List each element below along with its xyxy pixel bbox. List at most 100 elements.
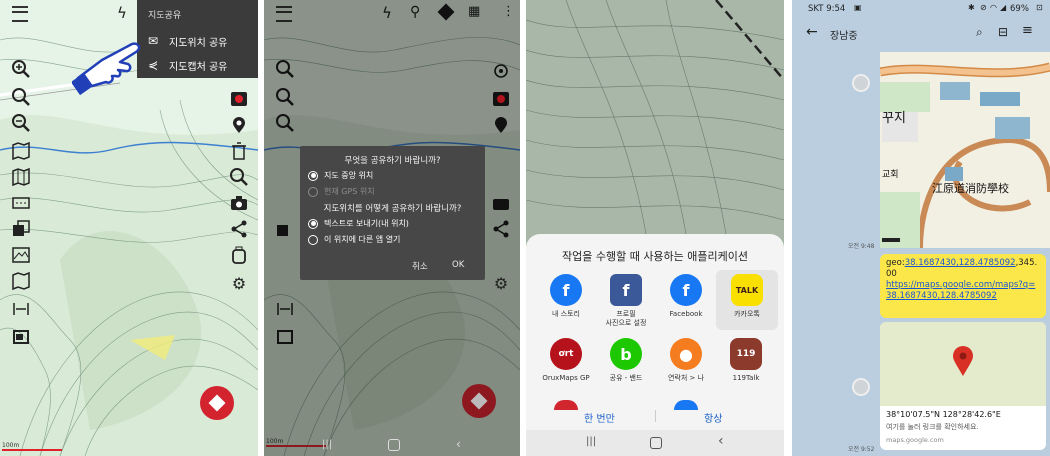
cancel-button[interactable]: 취소 [412, 260, 428, 272]
share-icon: ⋞ [147, 58, 159, 72]
back-icon[interactable]: ‹ [718, 433, 724, 449]
question-how: 지도위치를 어떻게 공유하기 바랍니까? [323, 204, 462, 214]
map-icon[interactable] [10, 140, 32, 162]
app-contacts[interactable]: ● 연락처 > 나 [656, 338, 716, 383]
gear-icon[interactable]: ⚙ [490, 272, 512, 294]
trash-icon[interactable] [228, 140, 250, 162]
directions-icon [470, 392, 488, 410]
app-label: 공유 - 밴드 [609, 374, 643, 382]
share-location-item[interactable]: ✉ 지도위치 공유 [137, 30, 258, 52]
facebook-profile-icon: f [610, 274, 642, 306]
lightning-icon[interactable]: ϟ [117, 4, 127, 22]
option-map-center[interactable]: 지도 중앙 위치 [308, 170, 373, 181]
recents-icon[interactable]: ||| [322, 439, 332, 450]
app-my-story[interactable]: f 내 스토리 [536, 274, 596, 319]
just-once-button[interactable]: 한 번만 [584, 410, 615, 425]
app-profile-photo[interactable]: f 프로필 사진으로 설정 [596, 274, 656, 328]
app-119talk[interactable]: 119 119Talk [716, 338, 776, 383]
home-icon[interactable] [388, 439, 400, 451]
app-label: 연락처 > 나 [667, 374, 705, 382]
option-send-text[interactable]: 텍스트로 보내기(내 위치) [308, 218, 409, 229]
back-arrow-icon[interactable]: ← [806, 24, 818, 40]
geo-message[interactable]: geo:38.1687430,128.4785092,345.00 https:… [880, 254, 1046, 318]
zoom-out-icon[interactable] [10, 112, 32, 134]
ok-button[interactable]: OK [452, 260, 464, 270]
backpack-icon[interactable] [228, 244, 250, 266]
screen-kakaotalk-chat: SKT 9:54 ▣ ✱ ⊘ ◠ ◢ 69% ⊡ ← 장남중 ⌕ ⊟ ≡ 꾸지 … [792, 0, 1050, 456]
avatar[interactable] [852, 378, 870, 396]
back-icon[interactable]: ‹ [456, 437, 461, 451]
battery-level: 69% [1010, 4, 1029, 14]
camera-icon[interactable] [490, 192, 512, 214]
maps-link[interactable]: https://maps.google.com/maps?q=38.168743… [886, 280, 1035, 301]
oruxmaps-icon: ơrt [550, 338, 582, 370]
menu-icon[interactable] [276, 6, 292, 22]
zoom-reset-icon[interactable] [274, 86, 296, 108]
layers-map-icon[interactable] [10, 166, 32, 188]
app-kakaotalk[interactable]: TALK 카카오톡 [716, 270, 778, 330]
menu-icon[interactable] [12, 6, 28, 22]
terrain-icon[interactable] [10, 244, 32, 266]
app-label: 내 스토리 [552, 310, 580, 318]
home-icon[interactable] [650, 437, 662, 449]
crop-icon[interactable] [274, 326, 296, 348]
app-facebook[interactable]: f Facebook [656, 274, 716, 319]
option-open-app[interactable]: 이 위치에 다른 앱 열기 [308, 234, 400, 245]
search-icon[interactable]: ⌕ [976, 25, 983, 40]
map-label-fire-school: 江原道消防學校 [932, 181, 1009, 195]
app-oruxmaps[interactable]: ơrt OruxMaps GP [536, 338, 596, 383]
width-icon[interactable] [274, 298, 296, 320]
mute-icon: ⊘ [980, 3, 987, 12]
share-sheet: 작업을 수행할 때 사용하는 애플리케이션 f 내 스토리 f 프로필 사진으로 … [526, 234, 784, 456]
directions-fab[interactable] [462, 384, 496, 418]
map-edit-icon[interactable] [10, 270, 32, 292]
wifi-icon: ◠ [990, 3, 997, 12]
crop-icon[interactable] [10, 326, 32, 348]
kakaotalk-icon: TALK [731, 274, 763, 306]
zoom-out-icon[interactable] [274, 112, 296, 134]
screen-share-sheet: 작업을 수행할 때 사용하는 애플리케이션 f 내 스토리 f 프로필 사진으로 … [526, 0, 784, 456]
app-band[interactable]: b 공유 - 밴드 [596, 338, 656, 383]
recents-icon[interactable]: ||| [586, 436, 596, 447]
always-button[interactable]: 항상 [704, 410, 722, 425]
waypoint-icon[interactable] [228, 114, 250, 136]
share-capture-item[interactable]: ⋞ 지도캡처 공유 [137, 54, 258, 76]
menu-icon[interactable]: ≡ [1022, 23, 1033, 38]
copy-layer-icon[interactable] [10, 218, 32, 240]
gps-target-icon[interactable] [490, 60, 512, 82]
waypoint-icon[interactable] [490, 114, 512, 136]
option-send-text-label: 텍스트로 보내기(내 위치) [324, 219, 409, 228]
width-icon[interactable] [10, 298, 32, 320]
pointing-hand-icon [72, 42, 141, 96]
camera-icon[interactable] [228, 192, 250, 214]
copy-layer-icon[interactable] [274, 218, 296, 240]
share-icon[interactable] [490, 218, 512, 240]
domain-text: maps.google.com [886, 436, 944, 444]
map-image-message[interactable]: 꾸지 교회 江原道消防學校 [880, 52, 1050, 248]
app-label: Facebook [669, 310, 703, 318]
status-bar: SKT 9:54 ▣ ✱ ⊘ ◠ ◢ 69% ⊡ [792, 0, 1050, 18]
zoom-in-icon[interactable] [10, 58, 32, 80]
geo-link[interactable]: 38.1687430,128.4785092 [905, 258, 1016, 268]
gear-icon[interactable]: ⚙ [228, 272, 250, 294]
directions-icon [208, 394, 226, 412]
record-icon[interactable] [490, 88, 512, 110]
measure-icon[interactable] [10, 192, 32, 214]
signal-icon: ◢ [1000, 3, 1007, 12]
directions-fab[interactable] [200, 386, 234, 420]
radio-disabled-icon [308, 186, 318, 197]
share-icon[interactable] [228, 218, 250, 240]
zoom-in-icon[interactable] [274, 58, 296, 80]
avatar[interactable] [852, 74, 870, 92]
share-location-icon: ✉ [147, 34, 159, 48]
map-icon[interactable]: ▦ [468, 4, 480, 19]
record-icon[interactable] [228, 88, 250, 110]
app-label: OruxMaps GP [542, 374, 590, 382]
lightning-icon[interactable]: ϟ [382, 4, 392, 22]
waypoint-icon[interactable]: ⚲ [410, 4, 420, 20]
zoom-reset-icon[interactable] [10, 86, 32, 108]
map-preview-card[interactable]: 38°10'07.5"N 128°28'42.6"E 여기를 눌러 링크를 확인… [880, 322, 1046, 450]
search-map-icon[interactable] [228, 166, 250, 188]
drawer-icon[interactable]: ⊟ [998, 25, 1008, 39]
more-icon[interactable]: ⋮ [502, 4, 515, 19]
